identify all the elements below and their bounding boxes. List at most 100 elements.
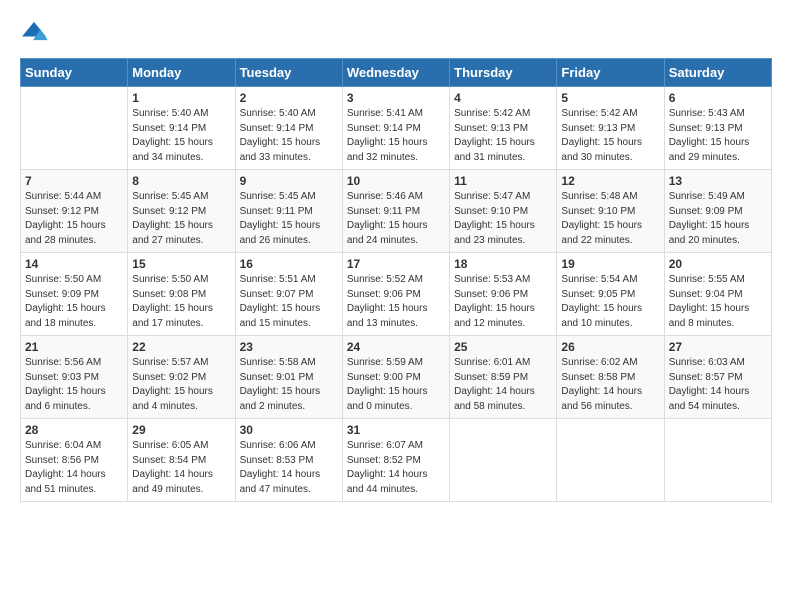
day-number: 13 [669, 174, 767, 188]
day-info: Sunrise: 5:56 AM Sunset: 9:03 PM Dayligh… [25, 356, 123, 414]
calendar-cell: 10 Sunrise: 5:46 AM Sunset: 9:11 PM Dayli… [342, 170, 449, 253]
day-number: 30 [240, 423, 338, 437]
week-row-3: 21 Sunrise: 5:56 AM Sunset: 9:03 PM Dayli… [21, 336, 772, 419]
day-info: Sunrise: 6:06 AM Sunset: 8:53 PM Dayligh… [240, 439, 338, 497]
day-info: Sunrise: 5:55 AM Sunset: 9:04 PM Dayligh… [669, 273, 767, 331]
week-row-2: 14 Sunrise: 5:50 AM Sunset: 9:09 PM Dayli… [21, 253, 772, 336]
day-info: Sunrise: 5:59 AM Sunset: 9:00 PM Dayligh… [347, 356, 445, 414]
header-wednesday: Wednesday [342, 59, 449, 87]
header-row: SundayMondayTuesdayWednesdayThursdayFrid… [21, 59, 772, 87]
logo-icon [20, 20, 48, 42]
day-number: 1 [132, 91, 230, 105]
day-number: 7 [25, 174, 123, 188]
calendar-cell: 31 Sunrise: 6:07 AM Sunset: 8:52 PM Dayli… [342, 419, 449, 502]
calendar-cell: 16Sunrise: 5:51 AM Sunset: 9:07 PM Dayli… [235, 253, 342, 336]
calendar-cell: 21 Sunrise: 5:56 AM Sunset: 9:03 PM Dayli… [21, 336, 128, 419]
day-number: 18 [454, 257, 552, 271]
week-row-0: 1 Sunrise: 5:40 AM Sunset: 9:14 PM Daylig… [21, 87, 772, 170]
day-info: Sunrise: 5:58 AM Sunset: 9:01 PM Dayligh… [240, 356, 338, 414]
day-info: Sunrise: 5:43 AM Sunset: 9:13 PM Dayligh… [669, 107, 767, 165]
calendar-cell: 26 Sunrise: 6:02 AM Sunset: 8:58 PM Dayli… [557, 336, 664, 419]
header-friday: Friday [557, 59, 664, 87]
day-info: Sunrise: 6:02 AM Sunset: 8:58 PM Dayligh… [561, 356, 659, 414]
day-info: Sunrise: 5:45 AM Sunset: 9:12 PM Dayligh… [132, 190, 230, 248]
day-info: Sunrise: 6:04 AM Sunset: 8:56 PM Dayligh… [25, 439, 123, 497]
day-info: Sunrise: 5:49 AM Sunset: 9:09 PM Dayligh… [669, 190, 767, 248]
header [20, 20, 772, 42]
calendar-cell: 8 Sunrise: 5:45 AM Sunset: 9:12 PM Daylig… [128, 170, 235, 253]
day-number: 8 [132, 174, 230, 188]
calendar-cell: 22 Sunrise: 5:57 AM Sunset: 9:02 PM Dayli… [128, 336, 235, 419]
day-number: 14 [25, 257, 123, 271]
calendar-cell: 2 Sunrise: 5:40 AM Sunset: 9:14 PM Daylig… [235, 87, 342, 170]
week-row-4: 28Sunrise: 6:04 AM Sunset: 8:56 PM Dayli… [21, 419, 772, 502]
day-number: 4 [454, 91, 552, 105]
day-info: Sunrise: 5:44 AM Sunset: 9:12 PM Dayligh… [25, 190, 123, 248]
day-info: Sunrise: 5:45 AM Sunset: 9:11 PM Dayligh… [240, 190, 338, 248]
calendar-cell: 13 Sunrise: 5:49 AM Sunset: 9:09 PM Dayli… [664, 170, 771, 253]
day-number: 27 [669, 340, 767, 354]
day-number: 19 [561, 257, 659, 271]
calendar-cell: 24Sunrise: 5:59 AM Sunset: 9:00 PM Dayli… [342, 336, 449, 419]
calendar-cell [450, 419, 557, 502]
header-monday: Monday [128, 59, 235, 87]
calendar-cell: 20 Sunrise: 5:55 AM Sunset: 9:04 PM Dayli… [664, 253, 771, 336]
calendar-cell: 5 Sunrise: 5:42 AM Sunset: 9:13 PM Daylig… [557, 87, 664, 170]
calendar-table: SundayMondayTuesdayWednesdayThursdayFrid… [20, 58, 772, 502]
day-number: 15 [132, 257, 230, 271]
calendar-cell: 27Sunrise: 6:03 AM Sunset: 8:57 PM Dayli… [664, 336, 771, 419]
day-info: Sunrise: 5:57 AM Sunset: 9:02 PM Dayligh… [132, 356, 230, 414]
calendar-cell: 12Sunrise: 5:48 AM Sunset: 9:10 PM Dayli… [557, 170, 664, 253]
day-info: Sunrise: 5:48 AM Sunset: 9:10 PM Dayligh… [561, 190, 659, 248]
day-number: 11 [454, 174, 552, 188]
header-sunday: Sunday [21, 59, 128, 87]
day-number: 29 [132, 423, 230, 437]
day-number: 21 [25, 340, 123, 354]
calendar-cell: 30 Sunrise: 6:06 AM Sunset: 8:53 PM Dayli… [235, 419, 342, 502]
day-info: Sunrise: 5:50 AM Sunset: 9:08 PM Dayligh… [132, 273, 230, 331]
day-number: 22 [132, 340, 230, 354]
day-info: Sunrise: 6:05 AM Sunset: 8:54 PM Dayligh… [132, 439, 230, 497]
day-number: 20 [669, 257, 767, 271]
calendar-cell: 11Sunrise: 5:47 AM Sunset: 9:10 PM Dayli… [450, 170, 557, 253]
day-info: Sunrise: 5:40 AM Sunset: 9:14 PM Dayligh… [240, 107, 338, 165]
calendar-cell: 17 Sunrise: 5:52 AM Sunset: 9:06 PM Dayli… [342, 253, 449, 336]
day-info: Sunrise: 5:50 AM Sunset: 9:09 PM Dayligh… [25, 273, 123, 331]
calendar-cell: 9 Sunrise: 5:45 AM Sunset: 9:11 PM Daylig… [235, 170, 342, 253]
day-info: Sunrise: 5:46 AM Sunset: 9:11 PM Dayligh… [347, 190, 445, 248]
day-info: Sunrise: 5:42 AM Sunset: 9:13 PM Dayligh… [454, 107, 552, 165]
day-number: 17 [347, 257, 445, 271]
day-info: Sunrise: 5:42 AM Sunset: 9:13 PM Dayligh… [561, 107, 659, 165]
calendar-cell: 19Sunrise: 5:54 AM Sunset: 9:05 PM Dayli… [557, 253, 664, 336]
day-info: Sunrise: 5:41 AM Sunset: 9:14 PM Dayligh… [347, 107, 445, 165]
calendar-cell: 4 Sunrise: 5:42 AM Sunset: 9:13 PM Daylig… [450, 87, 557, 170]
calendar-cell [664, 419, 771, 502]
calendar-cell: 6 Sunrise: 5:43 AM Sunset: 9:13 PM Daylig… [664, 87, 771, 170]
day-info: Sunrise: 6:01 AM Sunset: 8:59 PM Dayligh… [454, 356, 552, 414]
calendar-cell: 25 Sunrise: 6:01 AM Sunset: 8:59 PM Dayli… [450, 336, 557, 419]
day-number: 10 [347, 174, 445, 188]
day-info: Sunrise: 5:51 AM Sunset: 9:07 PM Dayligh… [240, 273, 338, 331]
day-number: 31 [347, 423, 445, 437]
calendar-cell [557, 419, 664, 502]
calendar-cell: 28Sunrise: 6:04 AM Sunset: 8:56 PM Dayli… [21, 419, 128, 502]
day-info: Sunrise: 6:07 AM Sunset: 8:52 PM Dayligh… [347, 439, 445, 497]
day-info: Sunrise: 5:53 AM Sunset: 9:06 PM Dayligh… [454, 273, 552, 331]
day-info: Sunrise: 5:40 AM Sunset: 9:14 PM Dayligh… [132, 107, 230, 165]
calendar-cell: 18 Sunrise: 5:53 AM Sunset: 9:06 PM Dayli… [450, 253, 557, 336]
calendar-cell: 23 Sunrise: 5:58 AM Sunset: 9:01 PM Dayli… [235, 336, 342, 419]
day-number: 26 [561, 340, 659, 354]
day-number: 9 [240, 174, 338, 188]
day-number: 2 [240, 91, 338, 105]
day-info: Sunrise: 5:52 AM Sunset: 9:06 PM Dayligh… [347, 273, 445, 331]
calendar-cell: 29 Sunrise: 6:05 AM Sunset: 8:54 PM Dayli… [128, 419, 235, 502]
header-tuesday: Tuesday [235, 59, 342, 87]
calendar-cell: 14 Sunrise: 5:50 AM Sunset: 9:09 PM Dayli… [21, 253, 128, 336]
day-number: 6 [669, 91, 767, 105]
day-number: 5 [561, 91, 659, 105]
week-row-1: 7 Sunrise: 5:44 AM Sunset: 9:12 PM Daylig… [21, 170, 772, 253]
day-number: 3 [347, 91, 445, 105]
calendar-cell [21, 87, 128, 170]
day-number: 23 [240, 340, 338, 354]
day-number: 25 [454, 340, 552, 354]
